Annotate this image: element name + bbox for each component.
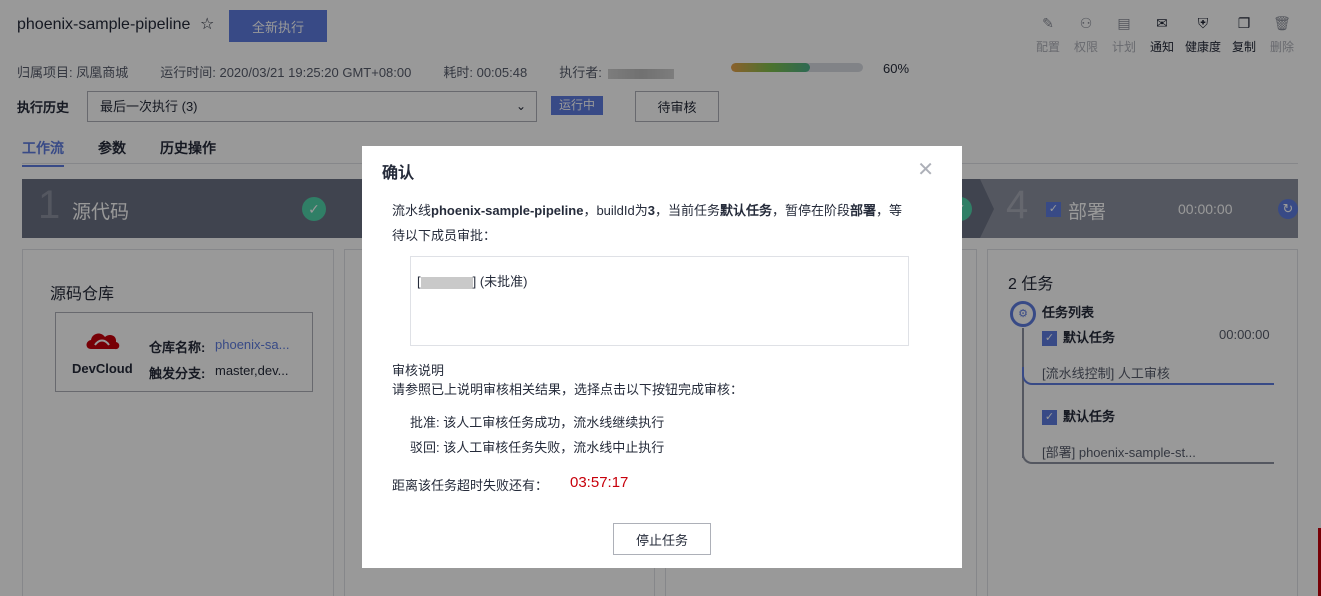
desc-task: 默认任务 [720, 203, 773, 218]
review-title: 审核说明 [392, 363, 445, 378]
review-body: 请参照已上说明审核相关结果，选择点击以下按钮完成审核： [392, 382, 744, 397]
desc-text: 流水线 [392, 203, 432, 218]
approver-list: [] (未批准) [410, 256, 909, 346]
stop-task-button[interactable]: 停止任务 [613, 523, 711, 555]
desc-pipeline: phoenix-sample-pipeline [431, 203, 584, 218]
countdown-label: 距离该任务超时失败还有： [392, 478, 549, 493]
confirm-dialog: 确认 ✕ 流水线phoenix-sample-pipeline，buildId为… [362, 146, 962, 568]
close-icon[interactable]: ✕ [917, 160, 934, 180]
dialog-title: 确认 [382, 165, 415, 182]
approver-redacted [420, 276, 473, 289]
rule-reject: 驳回: 该人工审核任务失败，流水线中止执行 [410, 440, 665, 455]
desc-text: ，当前任务 [654, 203, 720, 218]
dialog-description: 流水线phoenix-sample-pipeline，buildId为3，当前任… [392, 198, 912, 248]
desc-text: ，暂停在阶段 [772, 203, 851, 218]
desc-build-id: 3 [647, 203, 655, 218]
rule-approve: 批准: 该人工审核任务成功，流水线继续执行 [410, 415, 665, 430]
desc-stage: 部署 [850, 203, 877, 218]
countdown-timer: 03:57:17 [570, 474, 629, 491]
approver-status: ] (未批准) [472, 274, 528, 289]
desc-text: ，buildId为 [583, 203, 648, 218]
